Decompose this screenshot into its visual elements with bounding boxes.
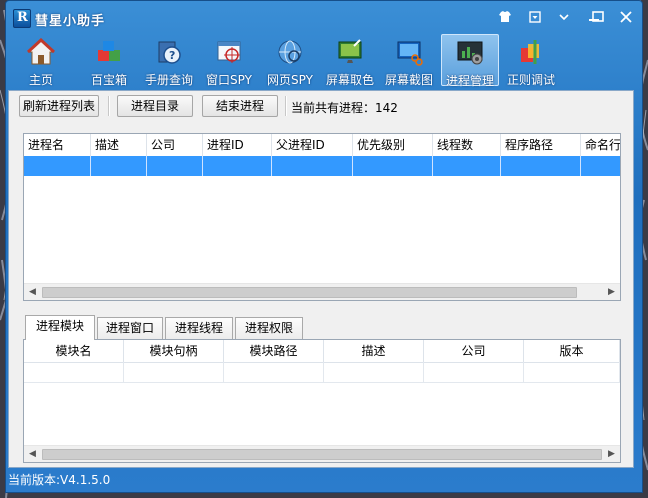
refresh-process-list-button[interactable]: 刷新进程列表 <box>19 95 99 117</box>
tab-process-modules[interactable]: 进程模块 <box>25 315 95 340</box>
toolbar-item-home[interactable]: 主页 <box>12 34 70 87</box>
scroll-left-icon[interactable]: ◀ <box>24 284 41 300</box>
minimize-icon[interactable] <box>563 10 579 24</box>
menu-icon[interactable] <box>527 10 543 24</box>
app-logo-icon: R <box>13 9 31 28</box>
web-spy-icon <box>278 40 302 64</box>
end-process-button[interactable]: 结束进程 <box>202 95 278 117</box>
tab-process-threads[interactable]: 进程线程 <box>165 317 233 339</box>
toolbar-item-manual[interactable]: ? 手册查询 <box>142 34 196 87</box>
toolbar-item-screenshot[interactable]: 屏幕截图 <box>380 34 438 87</box>
module-list[interactable]: 模块名 模块句柄 模块路径 描述 公司 版本 ◀ ▶ <box>23 339 621 463</box>
column-header-parent-pid[interactable]: 父进程ID <box>272 134 353 156</box>
column-header-command-line[interactable]: 命名行 <box>581 134 620 156</box>
process-list[interactable]: 进程名 描述 公司 进程ID 父进程ID 优先级别 线程数 程序路径 命名行 ◀… <box>23 133 621 301</box>
status-bar: 当前版本:V4.1.5.0 <box>8 470 634 490</box>
column-header-module-path[interactable]: 模块路径 <box>224 340 324 362</box>
toolbar-item-web-spy[interactable]: 网页SPY <box>262 34 318 87</box>
column-header-module-handle[interactable]: 模块句柄 <box>124 340 224 362</box>
toolbar-label: 网页SPY <box>267 73 313 87</box>
toolbar-item-color-picker[interactable]: 屏幕取色 <box>322 34 378 87</box>
toolbar-label: 屏幕截图 <box>384 73 433 87</box>
process-list-horizontal-scrollbar[interactable]: ◀ ▶ <box>24 283 620 300</box>
toolbar-label: 窗口SPY <box>206 73 252 87</box>
column-header-process-name[interactable]: 进程名 <box>24 134 91 156</box>
column-header-module-description[interactable]: 描述 <box>324 340 424 362</box>
column-header-pid[interactable]: 进程ID <box>203 134 272 156</box>
manual-help-icon: ? <box>158 41 181 64</box>
toolbar-label: 屏幕取色 <box>325 73 374 87</box>
scroll-left-icon[interactable]: ◀ <box>24 446 41 462</box>
column-header-module-name[interactable]: 模块名 <box>24 340 124 362</box>
process-list-header: 进程名 描述 公司 进程ID 父进程ID 优先级别 线程数 程序路径 命名行 <box>24 134 620 157</box>
toolbar-item-window-spy[interactable]: 窗口SPY <box>201 34 257 87</box>
column-header-module-company[interactable]: 公司 <box>424 340 524 362</box>
process-manager-icon <box>457 41 483 65</box>
maximize-icon[interactable] <box>590 10 606 24</box>
toolbar-item-regex-debug[interactable]: 正则调试 <box>502 34 560 87</box>
screenshot-icon <box>397 41 423 66</box>
column-header-thread-count[interactable]: 线程数 <box>433 134 501 156</box>
toolbar-label: 主页 <box>28 73 53 87</box>
toolbar-label: 百宝箱 <box>90 73 127 87</box>
toolbar-separator <box>108 96 110 116</box>
process-manager-panel: 刷新进程列表 进程目录 结束进程 当前共有进程：142 进程名 描述 公司 进程… <box>8 90 634 468</box>
tab-process-windows[interactable]: 进程窗口 <box>97 317 163 339</box>
home-icon <box>27 38 55 65</box>
main-toolbar: 主页 百宝箱 ? 手册查询 窗口SPY 网页SPY 屏幕取色 屏幕截图 进程管理… <box>12 34 638 90</box>
column-header-description[interactable]: 描述 <box>91 134 147 156</box>
toolbar-separator <box>285 96 287 116</box>
toolbox-cubes-icon <box>98 41 120 61</box>
window-title: 彗星小助手 <box>35 14 106 29</box>
column-header-module-version[interactable]: 版本 <box>524 340 620 362</box>
column-header-company[interactable]: 公司 <box>147 134 203 156</box>
scroll-right-icon[interactable]: ▶ <box>603 284 620 300</box>
toolbar-item-toolbox[interactable]: 百宝箱 <box>78 34 140 87</box>
table-row[interactable] <box>24 362 620 383</box>
toolbar-label: 手册查询 <box>144 73 193 87</box>
skin-shirt-icon[interactable] <box>497 10 513 24</box>
scrollbar-thumb[interactable] <box>42 449 602 460</box>
module-list-horizontal-scrollbar[interactable]: ◀ ▶ <box>24 445 620 462</box>
window-spy-icon <box>217 41 241 63</box>
regex-debug-icon <box>521 40 539 64</box>
open-process-dir-button[interactable]: 进程目录 <box>117 95 193 117</box>
toolbar-label: 正则调试 <box>506 73 555 87</box>
column-header-priority[interactable]: 优先级别 <box>353 134 433 156</box>
close-icon[interactable] <box>618 10 634 24</box>
scroll-right-icon[interactable]: ▶ <box>603 446 620 462</box>
tab-process-privileges[interactable]: 进程权限 <box>235 317 303 339</box>
version-text: 当前版本:V4.1.5.0 <box>8 473 111 487</box>
column-header-program-path[interactable]: 程序路径 <box>501 134 581 156</box>
title-bar[interactable]: R 彗星小助手 <box>6 1 642 33</box>
toolbar-label: 进程管理 <box>445 74 494 88</box>
scrollbar-thumb[interactable] <box>42 287 577 298</box>
toolbar-item-process-manager[interactable]: 进程管理 <box>441 34 499 88</box>
process-count-label: 当前共有进程：142 <box>291 101 398 115</box>
color-picker-icon <box>338 39 362 63</box>
table-row-selected[interactable] <box>24 156 620 176</box>
module-list-header: 模块名 模块句柄 模块路径 描述 公司 版本 <box>24 340 620 363</box>
svg-text:?: ? <box>169 49 175 62</box>
